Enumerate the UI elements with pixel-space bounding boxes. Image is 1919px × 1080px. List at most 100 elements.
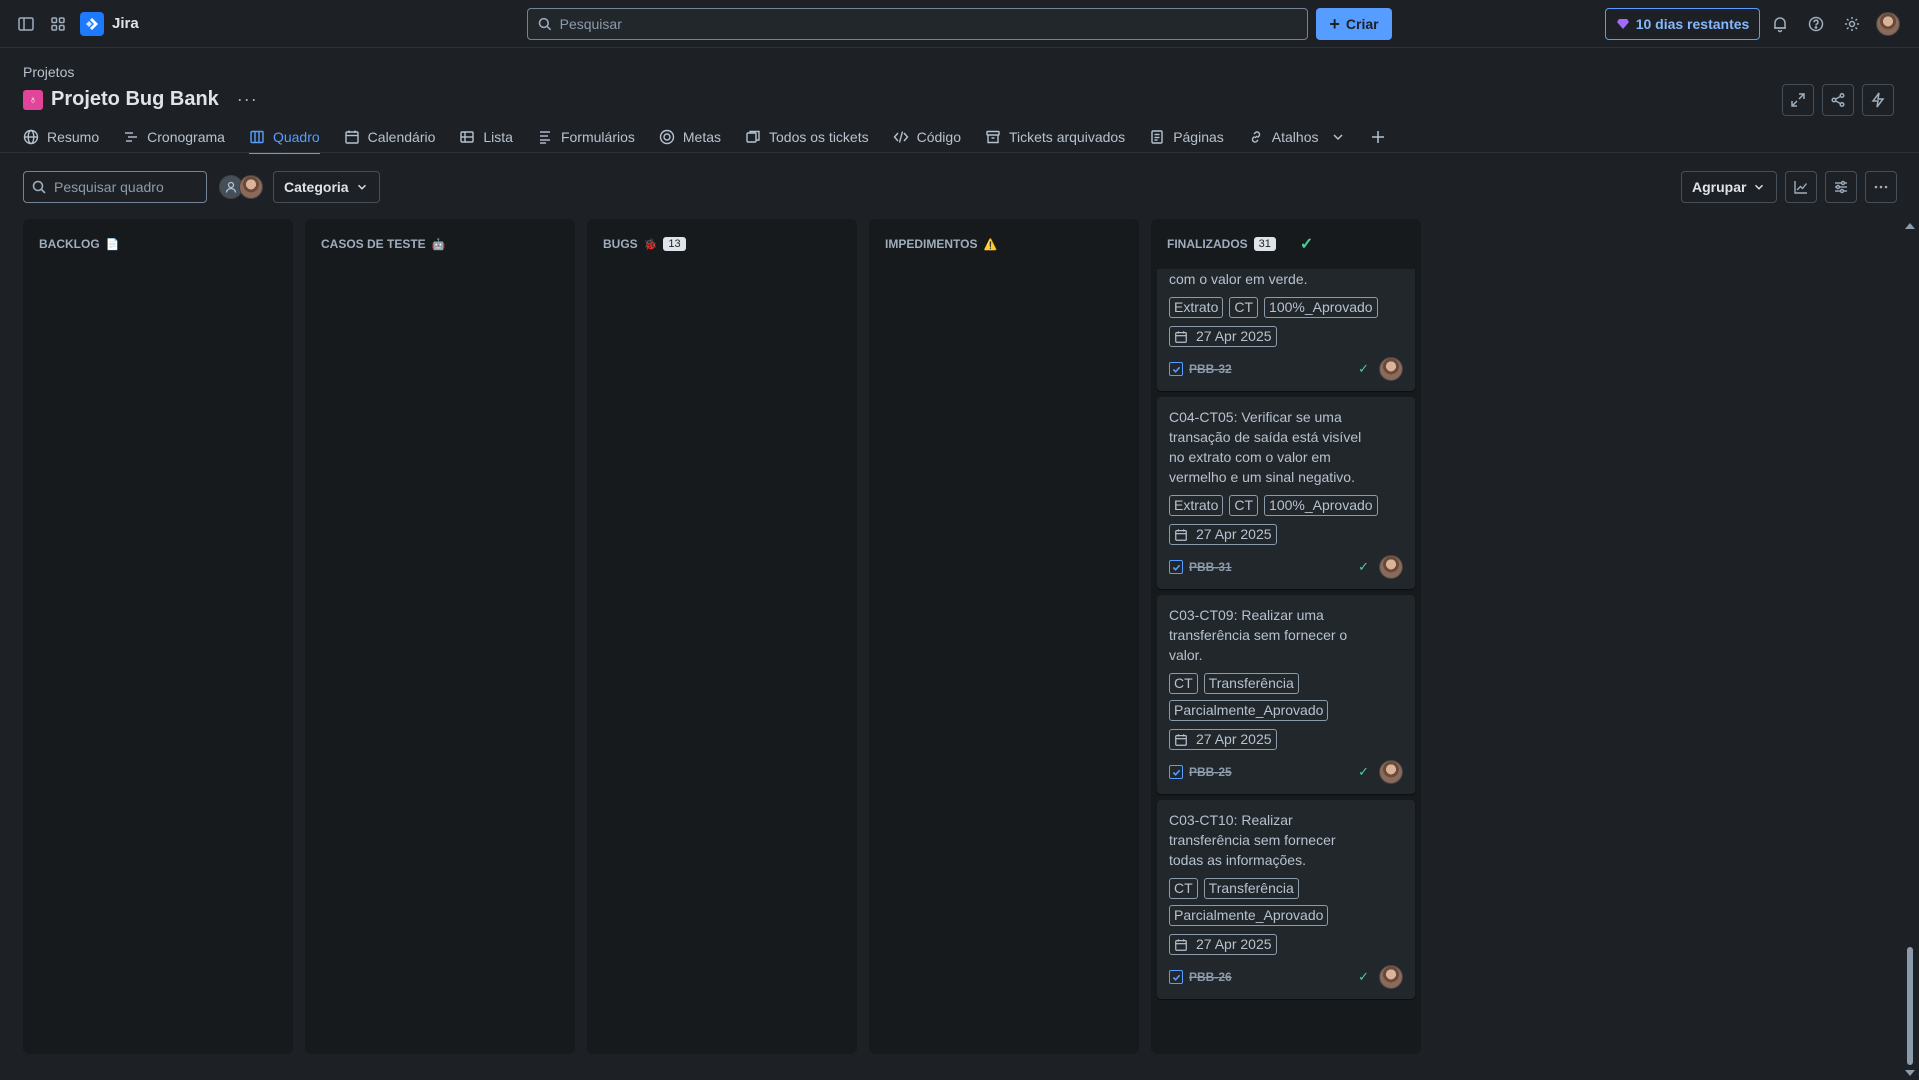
scroll-up-arrow[interactable]	[1905, 223, 1915, 229]
more-icon[interactable]	[1865, 171, 1898, 203]
settings-gear-icon[interactable]	[1836, 8, 1868, 40]
tab-codigo[interactable]: Código	[893, 122, 961, 152]
insights-icon[interactable]	[1785, 171, 1818, 203]
card-tags: Extrato CT 100%_Aprovado	[1169, 495, 1403, 516]
assignee-avatar[interactable]	[1379, 357, 1403, 381]
calendar-icon	[1175, 528, 1187, 541]
done-check-icon: ✓	[1299, 236, 1314, 253]
tab-todos-os-tickets[interactable]: Todos os tickets	[745, 122, 869, 152]
board-column-impedimentos[interactable]: IMPEDIMENTOS ⚠️	[869, 219, 1139, 1054]
board-column-finalizados[interactable]: FINALIZADOS 31 ✓ com o valor em verde. E…	[1151, 219, 1421, 1054]
board-column-backlog[interactable]: BACKLOG 📄	[23, 219, 293, 1054]
category-dropdown[interactable]: Categoria	[273, 171, 380, 203]
tab-paginas[interactable]: Páginas	[1149, 122, 1224, 152]
more-icon[interactable]: ···	[237, 89, 258, 110]
done-check-icon: ✓	[1358, 361, 1369, 376]
breadcrumb[interactable]: Projetos	[23, 64, 74, 80]
goals-icon	[659, 129, 675, 145]
calendar-icon	[1175, 733, 1187, 746]
label-tag[interactable]: 100%_Aprovado	[1264, 495, 1378, 516]
issue-key[interactable]: PBB-32	[1189, 362, 1232, 376]
board-column-casos-de-teste[interactable]: CASOS DE TESTE 🤖	[305, 219, 575, 1054]
assignee-filter[interactable]	[219, 175, 263, 199]
tab-lista[interactable]: Lista	[459, 122, 513, 152]
add-tab-button[interactable]	[1370, 122, 1386, 152]
help-icon[interactable]	[1800, 8, 1832, 40]
tab-label: Formulários	[560, 129, 635, 145]
label-tag[interactable]: Transferência	[1203, 673, 1299, 694]
expand-icon[interactable]	[1782, 84, 1814, 116]
done-check-icon: ✓	[1358, 559, 1369, 574]
card-footer: PBB-31 ✓	[1169, 555, 1403, 579]
label-tag[interactable]: CT	[1229, 297, 1259, 318]
assignee-avatar[interactable]	[1379, 555, 1403, 579]
label-tag[interactable]: Parcialmente_Aprovado	[1169, 700, 1329, 721]
board-search-input[interactable]	[54, 179, 194, 195]
notifications-icon[interactable]	[1764, 8, 1796, 40]
code-icon	[893, 131, 909, 143]
group-dropdown[interactable]: Agrupar	[1681, 171, 1778, 203]
scroll-down-arrow[interactable]	[1905, 1070, 1915, 1076]
view-settings-icon[interactable]	[1825, 171, 1858, 203]
issue-card[interactable]: C03-CT10: Realizar transferência sem for…	[1157, 800, 1415, 999]
jira-logo[interactable]: Jira	[80, 11, 139, 36]
column-header: BACKLOG 📄	[23, 219, 293, 269]
label-tag[interactable]: Extrato	[1169, 495, 1224, 516]
assignee-avatar[interactable]	[1379, 760, 1403, 784]
issue-key[interactable]: PBB-31	[1189, 560, 1232, 574]
tab-cronograma[interactable]: Cronograma	[123, 122, 225, 152]
tab-tickets-arquivados[interactable]: Tickets arquivados	[985, 122, 1125, 152]
column-title: FINALIZADOS	[1167, 237, 1248, 251]
global-search[interactable]	[527, 8, 1308, 40]
label-tag[interactable]: Extrato	[1169, 297, 1224, 318]
scroll-thumb[interactable]	[1907, 947, 1913, 1065]
label-tag[interactable]: Transferência	[1203, 878, 1299, 899]
board-search[interactable]	[23, 171, 207, 203]
card-footer: PBB-26 ✓	[1169, 965, 1403, 989]
header-actions	[1782, 84, 1894, 116]
tab-label: Lista	[483, 129, 513, 145]
tab-resumo[interactable]: Resumo	[23, 122, 99, 152]
app-switcher-icon[interactable]	[42, 8, 74, 40]
tab-formularios[interactable]: Formulários	[537, 122, 635, 152]
trial-button[interactable]: 10 dias restantes	[1605, 8, 1760, 40]
label-tag[interactable]: 100%_Aprovado	[1264, 297, 1378, 318]
due-date-text: 27 Apr 2025	[1196, 936, 1272, 952]
issue-card[interactable]: C03-CT09: Realizar uma transferência sem…	[1157, 595, 1415, 794]
issue-count-badge: 31	[1253, 237, 1276, 251]
issue-key[interactable]: PBB-26	[1189, 970, 1232, 984]
due-date[interactable]: 27 Apr 2025	[1169, 729, 1277, 750]
vertical-scrollbar[interactable]	[1904, 219, 1916, 1080]
automation-icon[interactable]	[1862, 84, 1894, 116]
create-button[interactable]: + Criar	[1316, 8, 1392, 40]
link-icon	[1251, 131, 1260, 143]
issue-card[interactable]: C04-CT05: Verificar se uma transação de …	[1157, 397, 1415, 589]
tab-calendario[interactable]: Calendário	[344, 122, 435, 152]
tab-atalhos[interactable]: Atalhos	[1248, 122, 1347, 152]
assignee-avatar[interactable]	[1379, 965, 1403, 989]
group-label: Agrupar	[1692, 179, 1747, 195]
column-title: BUGS	[603, 237, 638, 251]
label-tag[interactable]: CT	[1169, 878, 1198, 899]
due-date[interactable]: 27 Apr 2025	[1169, 524, 1277, 545]
diamond-icon	[1616, 19, 1629, 29]
search-input[interactable]	[559, 16, 1307, 32]
card-title: com o valor em verde.	[1169, 271, 1308, 287]
sidebar-toggle-icon[interactable]	[10, 8, 42, 40]
issue-key[interactable]: PBB-25	[1189, 765, 1232, 779]
divider	[0, 152, 1919, 153]
label-tag[interactable]: CT	[1169, 673, 1198, 694]
document-icon: 📄	[105, 238, 120, 251]
app-name: Jira	[112, 15, 139, 32]
avatar[interactable]	[239, 175, 263, 199]
user-avatar[interactable]	[1872, 8, 1904, 40]
due-date[interactable]: 27 Apr 2025	[1169, 934, 1277, 955]
share-icon[interactable]	[1822, 84, 1854, 116]
board-column-bugs[interactable]: BUGS 🐞 13	[587, 219, 857, 1054]
label-tag[interactable]: Parcialmente_Aprovado	[1169, 905, 1329, 926]
forms-icon	[539, 131, 550, 144]
due-date[interactable]: 27 Apr 2025	[1169, 326, 1277, 347]
label-tag[interactable]: CT	[1229, 495, 1259, 516]
tab-metas[interactable]: Metas	[659, 122, 721, 152]
tab-quadro[interactable]: Quadro	[248, 122, 320, 154]
